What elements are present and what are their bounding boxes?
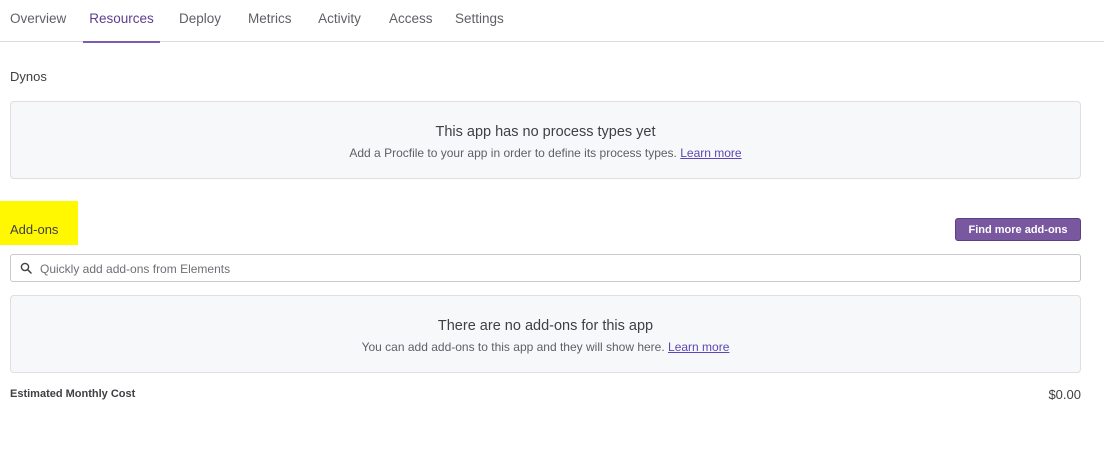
addons-empty-state: There are no add-ons for this app You ca… (10, 295, 1081, 373)
addons-learn-more-link[interactable]: Learn more (668, 340, 729, 354)
addons-empty-title: There are no add-ons for this app (437, 318, 654, 334)
search-icon (20, 262, 32, 274)
tab-activity[interactable]: Activity (318, 0, 361, 42)
dynos-learn-more-link[interactable]: Learn more (680, 146, 741, 160)
addons-empty-text-line: You can add add-ons to this app and they… (11, 340, 1080, 354)
tab-settings[interactable]: Settings (455, 0, 504, 42)
tab-deploy[interactable]: Deploy (179, 0, 221, 42)
dynos-empty-text: Add a Procfile to your app in order to d… (349, 146, 677, 160)
find-more-addons-button[interactable]: Find more add-ons (955, 218, 1081, 241)
tab-resources[interactable]: Resources (83, 0, 160, 43)
tab-bar: Overview Resources Deploy Metrics Activi… (0, 0, 1104, 43)
dynos-heading: Dynos (10, 69, 47, 84)
tab-access[interactable]: Access (389, 0, 433, 42)
dynos-empty-state: This app has no process types yet Add a … (10, 101, 1081, 179)
addons-search-field[interactable] (10, 254, 1081, 282)
tab-metrics[interactable]: Metrics (248, 0, 292, 42)
addons-heading: Add-ons (10, 222, 59, 237)
estimated-monthly-cost-value: $0.00 (1048, 387, 1081, 402)
addons-search-input[interactable] (38, 257, 1072, 281)
addons-empty-text: You can add add-ons to this app and they… (361, 340, 665, 354)
tab-overview[interactable]: Overview (10, 0, 66, 42)
dynos-empty-text-line: Add a Procfile to your app in order to d… (11, 146, 1080, 160)
estimated-monthly-cost-label: Estimated Monthly Cost (10, 388, 136, 400)
resources-page: Overview Resources Deploy Metrics Activi… (0, 0, 1104, 457)
dynos-empty-title: This app has no process types yet (435, 124, 656, 140)
